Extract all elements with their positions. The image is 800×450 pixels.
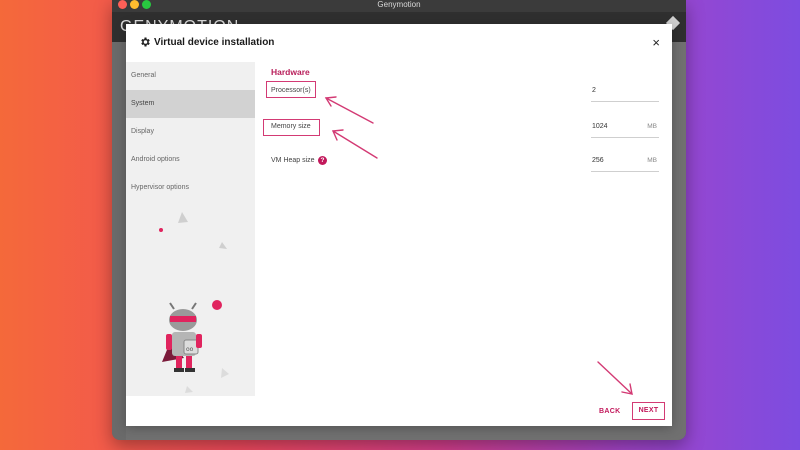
memory-highlight-box xyxy=(263,119,320,136)
memory-field[interactable]: 1024 MB xyxy=(591,116,659,138)
back-button[interactable]: BACK xyxy=(599,408,620,415)
hardware-section-title: Hardware xyxy=(271,67,310,77)
memory-row: Memory size 1024 MB xyxy=(264,116,664,140)
close-icon[interactable]: × xyxy=(652,35,660,50)
zoom-window-button[interactable] xyxy=(142,0,151,9)
nav-item-android-options[interactable]: Android options xyxy=(126,146,255,174)
help-icon[interactable]: ? xyxy=(318,156,327,165)
dialog-sidebar: General System Display Android options H… xyxy=(126,62,255,396)
settings-content: Hardware Processor(s) 2 Memory size 1024… xyxy=(263,62,664,396)
vm-heap-label: VM Heap size xyxy=(271,157,315,164)
memory-unit: MB xyxy=(647,123,657,130)
gear-icon xyxy=(141,37,150,47)
processors-field[interactable]: 2 xyxy=(591,80,659,102)
nav-item-display[interactable]: Display xyxy=(126,118,255,146)
next-button[interactable]: NEXT xyxy=(632,402,665,420)
dialog-header: Virtual device installation × xyxy=(126,24,672,62)
nav-item-general[interactable]: General xyxy=(126,62,255,90)
window-titlebar: Genymotion xyxy=(112,0,686,12)
window-title: Genymotion xyxy=(377,0,421,9)
processors-highlight-box xyxy=(266,81,316,98)
nav-item-hypervisor-options[interactable]: Hypervisor options xyxy=(126,174,255,202)
vm-heap-row: VM Heap size ? 256 MB xyxy=(264,150,664,174)
vm-heap-unit: MB xyxy=(647,157,657,164)
svg-text:oo: oo xyxy=(186,346,194,353)
close-window-button[interactable] xyxy=(118,0,127,9)
processors-row: Processor(s) 2 xyxy=(264,80,664,104)
android-robot-mascot: oo xyxy=(126,212,255,396)
app-sidebar-strip xyxy=(112,42,126,440)
vm-heap-field[interactable]: 256 MB xyxy=(591,150,659,172)
nav-item-system[interactable]: System xyxy=(126,90,255,118)
processors-value: 2 xyxy=(592,87,596,94)
memory-value: 1024 xyxy=(592,123,608,130)
minimize-window-button[interactable] xyxy=(130,0,139,9)
vm-heap-value: 256 xyxy=(592,157,604,164)
install-dialog: Virtual device installation × General Sy… xyxy=(126,24,672,426)
dialog-title: Virtual device installation xyxy=(154,37,275,48)
